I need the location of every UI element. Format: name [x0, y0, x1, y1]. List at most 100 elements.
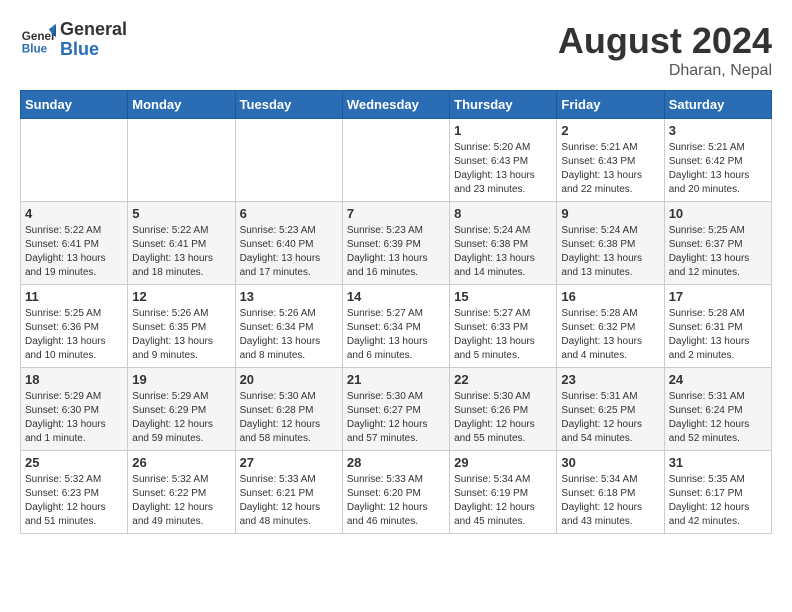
weekday-header-friday: Friday [557, 91, 664, 119]
calendar-cell: 27 Sunrise: 5:33 AM Sunset: 6:21 PM Dayli… [235, 451, 342, 534]
day-info: Sunrise: 5:24 AM Sunset: 6:38 PM Dayligh… [454, 224, 552, 280]
location-subtitle: Dharan, Nepal [558, 62, 772, 80]
calendar-cell [21, 119, 128, 202]
day-number: 13 [240, 289, 338, 304]
day-number: 14 [347, 289, 445, 304]
weekday-header-tuesday: Tuesday [235, 91, 342, 119]
day-number: 19 [132, 372, 230, 387]
calendar-cell: 16 Sunrise: 5:28 AM Sunset: 6:32 PM Dayli… [557, 285, 664, 368]
logo-icon: General Blue [20, 22, 56, 58]
calendar-cell: 7 Sunrise: 5:23 AM Sunset: 6:39 PM Daylig… [342, 202, 449, 285]
calendar-cell: 24 Sunrise: 5:31 AM Sunset: 6:24 PM Dayli… [664, 368, 771, 451]
logo: General Blue General Blue [20, 20, 127, 60]
calendar-cell: 20 Sunrise: 5:30 AM Sunset: 6:28 PM Dayli… [235, 368, 342, 451]
day-info: Sunrise: 5:29 AM Sunset: 6:30 PM Dayligh… [25, 390, 123, 446]
title-block: August 2024 Dharan, Nepal [558, 20, 772, 80]
day-info: Sunrise: 5:21 AM Sunset: 6:42 PM Dayligh… [669, 141, 767, 197]
calendar-cell: 5 Sunrise: 5:22 AM Sunset: 6:41 PM Daylig… [128, 202, 235, 285]
calendar-cell: 2 Sunrise: 5:21 AM Sunset: 6:43 PM Daylig… [557, 119, 664, 202]
day-number: 16 [561, 289, 659, 304]
day-info: Sunrise: 5:30 AM Sunset: 6:27 PM Dayligh… [347, 390, 445, 446]
week-row-2: 4 Sunrise: 5:22 AM Sunset: 6:41 PM Daylig… [21, 202, 772, 285]
day-number: 25 [25, 455, 123, 470]
calendar-cell: 17Sunrise: 5:28 AM Sunset: 6:31 PM Dayli… [664, 285, 771, 368]
calendar-cell: 1Sunrise: 5:20 AM Sunset: 6:43 PM Daylig… [450, 119, 557, 202]
day-number: 10 [669, 206, 767, 221]
weekday-header-thursday: Thursday [450, 91, 557, 119]
day-info: Sunrise: 5:26 AM Sunset: 6:35 PM Dayligh… [132, 307, 230, 363]
day-info: Sunrise: 5:30 AM Sunset: 6:28 PM Dayligh… [240, 390, 338, 446]
calendar-cell: 22Sunrise: 5:30 AM Sunset: 6:26 PM Dayli… [450, 368, 557, 451]
weekday-header-row: SundayMondayTuesdayWednesdayThursdayFrid… [21, 91, 772, 119]
calendar-cell: 11Sunrise: 5:25 AM Sunset: 6:36 PM Dayli… [21, 285, 128, 368]
day-info: Sunrise: 5:32 AM Sunset: 6:23 PM Dayligh… [25, 473, 123, 529]
day-number: 1 [454, 123, 552, 138]
day-info: Sunrise: 5:28 AM Sunset: 6:32 PM Dayligh… [561, 307, 659, 363]
day-info: Sunrise: 5:35 AM Sunset: 6:17 PM Dayligh… [669, 473, 767, 529]
weekday-header-monday: Monday [128, 91, 235, 119]
day-info: Sunrise: 5:22 AM Sunset: 6:41 PM Dayligh… [25, 224, 123, 280]
calendar-cell: 13 Sunrise: 5:26 AM Sunset: 6:34 PM Dayli… [235, 285, 342, 368]
day-info: Sunrise: 5:21 AM Sunset: 6:43 PM Dayligh… [561, 141, 659, 197]
logo-text-general: General [60, 20, 127, 40]
calendar-cell: 12 Sunrise: 5:26 AM Sunset: 6:35 PM Dayli… [128, 285, 235, 368]
day-info: Sunrise: 5:23 AM Sunset: 6:40 PM Dayligh… [240, 224, 338, 280]
day-info: Sunrise: 5:24 AM Sunset: 6:38 PM Dayligh… [561, 224, 659, 280]
day-info: Sunrise: 5:31 AM Sunset: 6:25 PM Dayligh… [561, 390, 659, 446]
calendar-cell: 15Sunrise: 5:27 AM Sunset: 6:33 PM Dayli… [450, 285, 557, 368]
calendar-cell: 21 Sunrise: 5:30 AM Sunset: 6:27 PM Dayli… [342, 368, 449, 451]
week-row-1: 1Sunrise: 5:20 AM Sunset: 6:43 PM Daylig… [21, 119, 772, 202]
day-info: Sunrise: 5:26 AM Sunset: 6:34 PM Dayligh… [240, 307, 338, 363]
day-number: 27 [240, 455, 338, 470]
day-number: 29 [454, 455, 552, 470]
day-number: 31 [669, 455, 767, 470]
day-info: Sunrise: 5:27 AM Sunset: 6:34 PM Dayligh… [347, 307, 445, 363]
calendar-cell: 25 Sunrise: 5:32 AM Sunset: 6:23 PM Dayli… [21, 451, 128, 534]
day-number: 8 [454, 206, 552, 221]
day-info: Sunrise: 5:27 AM Sunset: 6:33 PM Dayligh… [454, 307, 552, 363]
calendar-cell: 10Sunrise: 5:25 AM Sunset: 6:37 PM Dayli… [664, 202, 771, 285]
calendar-cell: 3Sunrise: 5:21 AM Sunset: 6:42 PM Daylig… [664, 119, 771, 202]
week-row-5: 25 Sunrise: 5:32 AM Sunset: 6:23 PM Dayli… [21, 451, 772, 534]
day-number: 26 [132, 455, 230, 470]
calendar-cell [342, 119, 449, 202]
day-number: 2 [561, 123, 659, 138]
day-info: Sunrise: 5:23 AM Sunset: 6:39 PM Dayligh… [347, 224, 445, 280]
day-number: 12 [132, 289, 230, 304]
calendar-cell: 23 Sunrise: 5:31 AM Sunset: 6:25 PM Dayli… [557, 368, 664, 451]
day-info: Sunrise: 5:32 AM Sunset: 6:22 PM Dayligh… [132, 473, 230, 529]
day-number: 4 [25, 206, 123, 221]
calendar-cell [128, 119, 235, 202]
page-header: General Blue General Blue August 2024 Dh… [20, 20, 772, 80]
day-info: Sunrise: 5:33 AM Sunset: 6:21 PM Dayligh… [240, 473, 338, 529]
week-row-3: 11Sunrise: 5:25 AM Sunset: 6:36 PM Dayli… [21, 285, 772, 368]
logo-text-blue: Blue [60, 40, 127, 60]
calendar-cell: 14 Sunrise: 5:27 AM Sunset: 6:34 PM Dayli… [342, 285, 449, 368]
calendar-cell [235, 119, 342, 202]
calendar-cell: 28 Sunrise: 5:33 AM Sunset: 6:20 PM Dayli… [342, 451, 449, 534]
week-row-4: 18 Sunrise: 5:29 AM Sunset: 6:30 PM Dayli… [21, 368, 772, 451]
calendar-cell: 4 Sunrise: 5:22 AM Sunset: 6:41 PM Daylig… [21, 202, 128, 285]
svg-text:Blue: Blue [22, 42, 48, 55]
day-number: 18 [25, 372, 123, 387]
month-year-title: August 2024 [558, 20, 772, 62]
calendar-cell: 30Sunrise: 5:34 AM Sunset: 6:18 PM Dayli… [557, 451, 664, 534]
calendar-cell: 19 Sunrise: 5:29 AM Sunset: 6:29 PM Dayli… [128, 368, 235, 451]
day-number: 5 [132, 206, 230, 221]
day-info: Sunrise: 5:29 AM Sunset: 6:29 PM Dayligh… [132, 390, 230, 446]
day-number: 7 [347, 206, 445, 221]
day-info: Sunrise: 5:33 AM Sunset: 6:20 PM Dayligh… [347, 473, 445, 529]
day-number: 23 [561, 372, 659, 387]
day-number: 28 [347, 455, 445, 470]
calendar-cell: 26 Sunrise: 5:32 AM Sunset: 6:22 PM Dayli… [128, 451, 235, 534]
day-number: 24 [669, 372, 767, 387]
day-info: Sunrise: 5:31 AM Sunset: 6:24 PM Dayligh… [669, 390, 767, 446]
day-number: 21 [347, 372, 445, 387]
day-number: 22 [454, 372, 552, 387]
calendar-cell: 6Sunrise: 5:23 AM Sunset: 6:40 PM Daylig… [235, 202, 342, 285]
day-number: 17 [669, 289, 767, 304]
day-number: 20 [240, 372, 338, 387]
day-info: Sunrise: 5:34 AM Sunset: 6:18 PM Dayligh… [561, 473, 659, 529]
day-info: Sunrise: 5:22 AM Sunset: 6:41 PM Dayligh… [132, 224, 230, 280]
weekday-header-wednesday: Wednesday [342, 91, 449, 119]
